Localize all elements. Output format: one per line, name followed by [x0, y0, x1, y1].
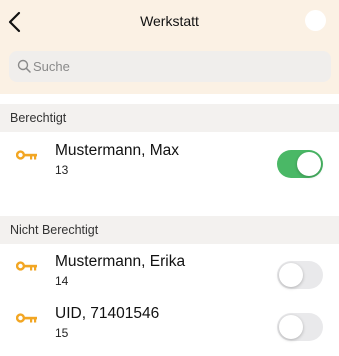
- section-header-berechtigt: Berechtigt: [0, 104, 339, 132]
- page-title: Werkstatt: [140, 13, 199, 29]
- item-name: UID, 71401546: [55, 305, 160, 322]
- list-item[interactable]: Mustermann, Erika 14: [0, 252, 339, 296]
- key-icon: [16, 261, 37, 271]
- permission-toggle[interactable]: [277, 150, 323, 178]
- search-input[interactable]: [33, 51, 323, 82]
- item-name: Mustermann, Max: [55, 142, 180, 159]
- search-icon: [17, 59, 31, 73]
- item-subtitle: 15: [55, 326, 69, 340]
- key-icon: [16, 150, 37, 160]
- section-header-nicht-berechtigt: Nicht Berechtigt: [0, 216, 339, 244]
- app: Werkstatt Berechtigt Mustermann, Max 13 …: [0, 0, 339, 356]
- list-item[interactable]: UID, 71401546 15: [0, 304, 339, 348]
- status-dot: [305, 10, 326, 31]
- item-name: Mustermann, Erika: [55, 253, 186, 270]
- nav-bar: Werkstatt: [0, 0, 339, 45]
- list-item[interactable]: Mustermann, Max 13: [0, 141, 339, 185]
- toggle-knob: [279, 263, 303, 287]
- search-bar-container: [0, 45, 339, 94]
- item-subtitle: 14: [55, 274, 69, 288]
- key-icon: [16, 313, 37, 323]
- permission-toggle[interactable]: [277, 261, 323, 289]
- item-subtitle: 13: [55, 163, 69, 177]
- toggle-knob: [297, 152, 321, 176]
- toggle-knob: [279, 315, 303, 339]
- permission-toggle[interactable]: [277, 313, 323, 341]
- search-bar[interactable]: [9, 51, 331, 82]
